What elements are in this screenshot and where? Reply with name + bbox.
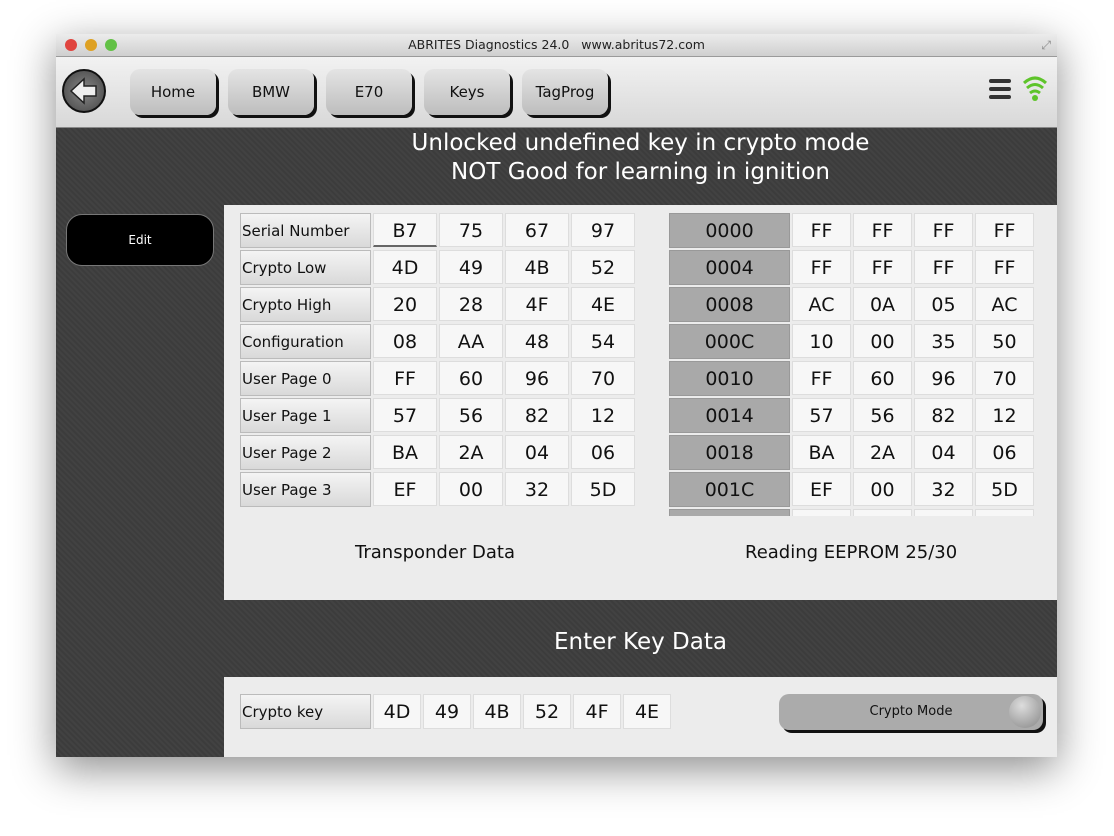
key-entry-panel: Crypto key 4D494B524F4E Crypto Mode bbox=[224, 677, 1057, 757]
eeprom-byte-cell: BA bbox=[792, 435, 851, 469]
crypto-key-label: Crypto key bbox=[240, 694, 371, 729]
eeprom-byte-cell: FF bbox=[975, 250, 1034, 284]
eeprom-byte-cell: FF bbox=[914, 250, 973, 284]
eeprom-byte-cell: FF bbox=[853, 213, 912, 247]
eeprom-address: 0014 bbox=[669, 398, 790, 433]
menu-icon[interactable] bbox=[989, 79, 1011, 99]
crypto-mode-toggle[interactable]: Crypto Mode bbox=[779, 694, 1043, 730]
nav-button-e70[interactable]: E70 bbox=[326, 69, 412, 115]
eeprom-byte-cell: FF bbox=[792, 361, 851, 395]
edit-button[interactable]: Edit bbox=[66, 214, 214, 266]
nav-button-bmw[interactable]: BMW bbox=[228, 69, 314, 115]
eeprom-byte-cell: 56 bbox=[853, 398, 912, 432]
crypto-key-byte-input[interactable]: 52 bbox=[523, 694, 571, 729]
eeprom-byte-cell: 57 bbox=[792, 398, 851, 432]
eeprom-byte-cell: 00 bbox=[853, 472, 912, 506]
eeprom-address: 0008 bbox=[669, 287, 790, 322]
eeprom-byte-cell: 96 bbox=[914, 361, 973, 395]
back-arrow-icon bbox=[64, 71, 104, 111]
eeprom-caption: Reading EEPROM 25/30 bbox=[745, 542, 957, 563]
eeprom-byte-cell: AC bbox=[792, 287, 851, 321]
eeprom-byte-cell-partial bbox=[914, 509, 973, 516]
eeprom-byte-cell: FF bbox=[792, 213, 851, 247]
eeprom-byte-cell: 82 bbox=[914, 398, 973, 432]
eeprom-byte-cell-partial bbox=[975, 509, 1034, 516]
crypto-mode-label: Crypto Mode bbox=[870, 704, 953, 719]
crypto-key-byte-input[interactable]: 4B bbox=[473, 694, 521, 729]
status-banner: Unlocked undefined key in crypto mode NO… bbox=[224, 128, 1057, 187]
eeprom-byte-cell: 2A bbox=[853, 435, 912, 469]
eeprom-byte-cell: FF bbox=[914, 213, 973, 247]
eeprom-byte-cell: 06 bbox=[975, 435, 1034, 469]
eeprom-byte-cell: 04 bbox=[914, 435, 973, 469]
eeprom-byte-cell: 05 bbox=[914, 287, 973, 321]
eeprom-address: 0000 bbox=[669, 213, 790, 248]
nav-button-home[interactable]: Home bbox=[130, 69, 216, 115]
zoom-window-button[interactable] bbox=[105, 39, 117, 51]
toggle-knob bbox=[1009, 696, 1041, 728]
nav-button-keys[interactable]: Keys bbox=[424, 69, 510, 115]
eeprom-address: 0018 bbox=[669, 435, 790, 470]
eeprom-byte-cell: 60 bbox=[853, 361, 912, 395]
eeprom-byte-cell-partial bbox=[853, 509, 912, 516]
close-window-button[interactable] bbox=[65, 39, 77, 51]
eeprom-byte-cell: 70 bbox=[975, 361, 1034, 395]
eeprom-byte-cell: 0A bbox=[853, 287, 912, 321]
connection-signal-icon bbox=[1020, 71, 1050, 103]
eeprom-byte-cell: 12 bbox=[975, 398, 1034, 432]
status-line-2: NOT Good for learning in ignition bbox=[224, 158, 1057, 187]
toolbar: Home BMW E70 Keys TagProg bbox=[56, 57, 1057, 128]
nav-button-tagprog[interactable]: TagProg bbox=[522, 69, 608, 115]
eeprom-byte-cell: 10 bbox=[792, 324, 851, 358]
crypto-key-byte-input[interactable]: 4F bbox=[573, 694, 621, 729]
title-bar: ABRITES Diagnostics 24.0 www.abritus72.c… bbox=[56, 34, 1057, 57]
minimize-window-button[interactable] bbox=[85, 39, 97, 51]
eeprom-byte-cell: 35 bbox=[914, 324, 973, 358]
eeprom-address: 001C bbox=[669, 472, 790, 507]
enter-key-title: Enter Key Data bbox=[224, 628, 1057, 657]
eeprom-byte-cell: FF bbox=[975, 213, 1034, 247]
eeprom-byte-cell: FF bbox=[792, 250, 851, 284]
app-window: ABRITES Diagnostics 24.0 www.abritus72.c… bbox=[56, 34, 1057, 757]
eeprom-byte-cell: EF bbox=[792, 472, 851, 506]
crypto-key-byte-input[interactable]: 4D bbox=[373, 694, 421, 729]
status-line-1: Unlocked undefined key in crypto mode bbox=[224, 129, 1057, 158]
eeprom-byte-cell: AC bbox=[975, 287, 1034, 321]
eeprom-byte-cell: 5D bbox=[975, 472, 1034, 506]
window-title: ABRITES Diagnostics 24.0 www.abritus72.c… bbox=[408, 37, 705, 52]
transponder-caption: Transponder Data bbox=[355, 542, 515, 563]
eeprom-address: 000C bbox=[669, 324, 790, 359]
data-panel: Serial NumberB7756797Crypto Low4D494B52C… bbox=[224, 205, 1057, 600]
fullscreen-icon[interactable]: ⤢ bbox=[1041, 34, 1051, 56]
eeprom-byte-cell: 32 bbox=[914, 472, 973, 506]
back-button[interactable] bbox=[62, 69, 106, 113]
eeprom-address-partial bbox=[669, 509, 790, 516]
crypto-key-byte-input[interactable]: 4E bbox=[623, 694, 671, 729]
eeprom-byte-cell: 50 bbox=[975, 324, 1034, 358]
eeprom-byte-cell: FF bbox=[853, 250, 912, 284]
eeprom-byte-cell-partial bbox=[792, 509, 851, 516]
crypto-key-byte-input[interactable]: 49 bbox=[423, 694, 471, 729]
eeprom-address: 0010 bbox=[669, 361, 790, 396]
eeprom-address: 0004 bbox=[669, 250, 790, 285]
eeprom-byte-cell: 00 bbox=[853, 324, 912, 358]
